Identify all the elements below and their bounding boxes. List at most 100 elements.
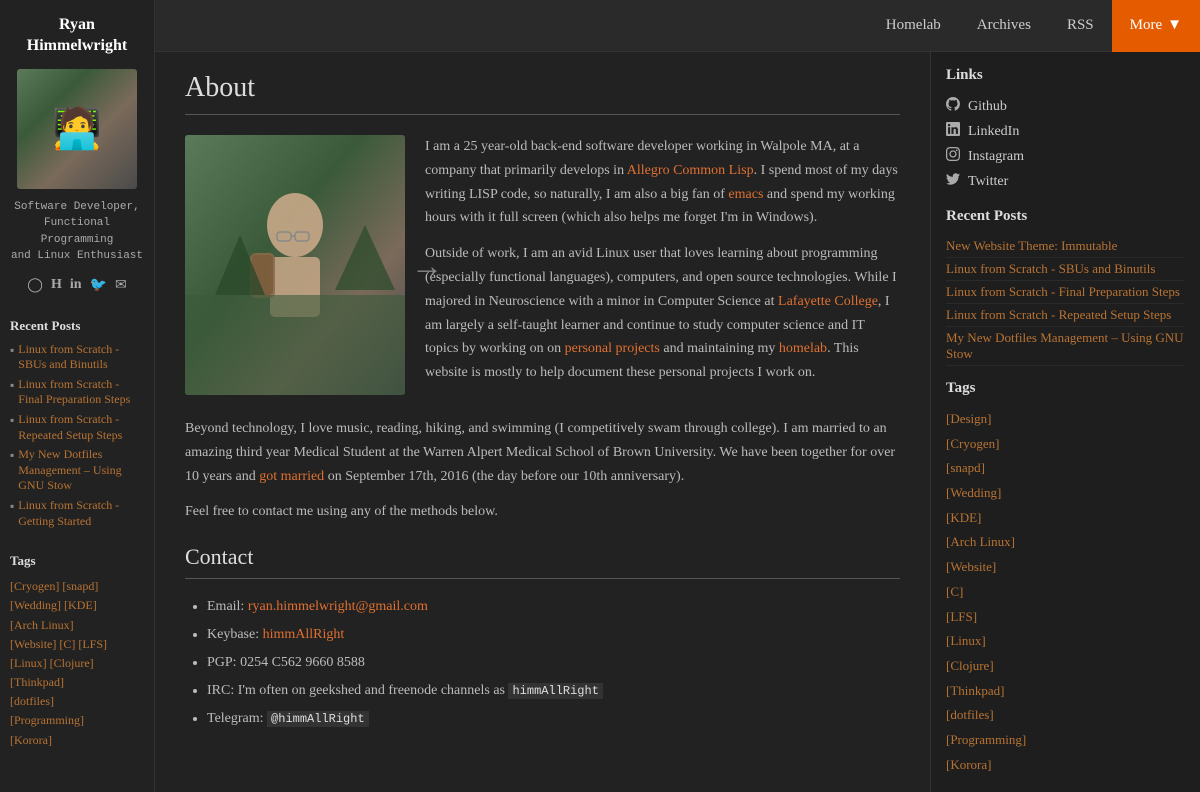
twitter-icon-link[interactable]: 🐦: [90, 277, 107, 294]
list-item: Instagram: [946, 144, 1185, 169]
avatar: 🧑‍💻: [17, 69, 137, 189]
tag-link[interactable]: [LFS]: [78, 637, 107, 651]
tag-link[interactable]: [KDE]: [946, 510, 981, 525]
post-link[interactable]: Linux from Scratch - Final Preparation S…: [18, 377, 144, 408]
github-link[interactable]: Github: [968, 99, 1007, 115]
tag-link[interactable]: [Arch Linux]: [10, 618, 74, 632]
twitter-icon: [946, 172, 960, 191]
email-link[interactable]: ryan.himmelwright@gmail.com: [248, 599, 428, 614]
emacs-link[interactable]: emacs: [728, 187, 763, 202]
tag-link[interactable]: [Cryogen]: [10, 579, 59, 593]
tag-link[interactable]: [dotfiles]: [946, 707, 994, 722]
tag-link[interactable]: [C]: [59, 637, 75, 651]
hacker-news-icon-link[interactable]: H: [51, 277, 62, 294]
post-link[interactable]: Linux from Scratch - Repeated Setup Step…: [946, 307, 1171, 322]
list-item: Keybase: himmAllRight: [207, 621, 900, 649]
tag-link[interactable]: [Design]: [946, 411, 992, 426]
tag-link[interactable]: [KDE]: [64, 598, 97, 612]
pgp-value: 0254 C562 9660 8588: [240, 655, 365, 670]
tag-link[interactable]: [dotfiles]: [10, 694, 54, 708]
rs-links-title: Links: [946, 67, 1185, 84]
list-item: Linux from Scratch - Repeated Setup Step…: [946, 304, 1185, 327]
homelab-link[interactable]: homelab: [779, 341, 827, 356]
tag-link[interactable]: [Cryogen]: [946, 436, 999, 451]
tag-link[interactable]: [Linux]: [10, 656, 47, 670]
got-married-link[interactable]: got married: [259, 469, 324, 484]
tag-link[interactable]: [Programming]: [946, 732, 1026, 747]
post-link[interactable]: Linux from Scratch - SBUs and Binutils: [18, 342, 144, 373]
about-photo: [185, 135, 405, 395]
nav-homelab[interactable]: Homelab: [868, 1, 959, 50]
rs-posts-list: New Website Theme: Immutable Linux from …: [946, 235, 1185, 366]
sidebar-tags-title: Tags: [10, 553, 144, 569]
tag-link[interactable]: [Website]: [10, 637, 56, 651]
keybase-link[interactable]: himmAllRight: [263, 627, 345, 642]
contact-title: Contact: [185, 544, 900, 579]
sidebar-tags: [Cryogen] [snapd] [Wedding] [KDE] [Arch …: [10, 577, 144, 750]
tag-link[interactable]: [C]: [946, 584, 963, 599]
tag-link[interactable]: [Clojure]: [946, 658, 994, 673]
instagram-link[interactable]: Instagram: [968, 149, 1024, 165]
article: About: [155, 52, 930, 792]
post-link[interactable]: Linux from Scratch - SBUs and Binutils: [946, 261, 1155, 276]
list-item: PGP: 0254 C562 9660 8588: [207, 649, 900, 677]
instagram-icon: [946, 147, 960, 166]
linkedin-link[interactable]: LinkedIn: [968, 124, 1019, 140]
github-icon: [946, 97, 960, 116]
irc-label: IRC: I'm often on geekshed and freenode …: [207, 683, 505, 698]
post-link[interactable]: Linux from Scratch - Repeated Setup Step…: [18, 412, 144, 443]
tag-link[interactable]: [Arch Linux]: [946, 534, 1015, 549]
about-paragraph-2: Outside of work, I am an avid Linux user…: [425, 242, 900, 385]
linkedin-icon: [946, 122, 960, 141]
content-row: About: [155, 52, 1200, 792]
allegro-link[interactable]: Allegro Common Lisp: [627, 163, 754, 178]
contact-intro: Feel free to contact me using any of the…: [185, 500, 900, 524]
tag-link[interactable]: [Thinkpad]: [10, 675, 64, 689]
tag-link[interactable]: [Programming]: [10, 713, 84, 727]
linkedin-icon-link[interactable]: in: [70, 277, 82, 294]
tag-link[interactable]: [Thinkpad]: [946, 683, 1004, 698]
links-list: Github LinkedIn Instagram: [946, 94, 1185, 194]
tag-link[interactable]: [Clojure]: [50, 656, 94, 670]
top-nav: Homelab Archives RSS More ▼: [155, 0, 1200, 52]
nav-archives[interactable]: Archives: [959, 1, 1049, 50]
rs-recent-posts-title: Recent Posts: [946, 208, 1185, 225]
twitter-link[interactable]: Twitter: [968, 174, 1008, 190]
tag-link[interactable]: [LFS]: [946, 609, 977, 624]
about-bottom-text: Beyond technology, I love music, reading…: [185, 417, 900, 524]
nav-rss[interactable]: RSS: [1049, 1, 1112, 50]
irc-nick: himmAllRight: [508, 683, 602, 699]
page-title: About: [185, 72, 900, 115]
email-icon-link[interactable]: ✉: [115, 277, 127, 294]
telegram-nick: @himmAllRight: [267, 711, 369, 727]
pgp-label: PGP:: [207, 655, 237, 670]
more-button[interactable]: More ▼: [1112, 0, 1200, 52]
list-item: My New Dotfiles Management – Using GNU S…: [946, 327, 1185, 366]
list-item: Linux from Scratch - Final Preparation S…: [946, 281, 1185, 304]
main-area: Homelab Archives RSS More ▼ About: [155, 0, 1200, 792]
tag-link[interactable]: [Wedding]: [946, 485, 1001, 500]
post-link[interactable]: My New Dotfiles Management – Using GNU S…: [18, 447, 144, 494]
tag-link[interactable]: [Korora]: [946, 757, 991, 772]
post-link[interactable]: My New Dotfiles Management – Using GNU S…: [946, 330, 1184, 361]
lafayette-link[interactable]: Lafayette College: [778, 294, 878, 309]
tag-link[interactable]: [snapd]: [946, 460, 985, 475]
tag-link[interactable]: [Wedding]: [10, 598, 61, 612]
tagline: Software Developer,Functional Programmin…: [10, 199, 144, 265]
social-icons: ◯ H in 🐦 ✉: [27, 277, 126, 294]
list-item: IRC: I'm often on geekshed and freenode …: [207, 677, 900, 705]
tag-link[interactable]: [Website]: [946, 559, 996, 574]
github-icon-link[interactable]: ◯: [27, 277, 43, 294]
tag-link[interactable]: [snapd]: [62, 579, 98, 593]
site-title: Ryan Himmelwright: [10, 15, 144, 57]
personal-projects-link[interactable]: personal projects: [565, 341, 660, 356]
post-link[interactable]: Linux from Scratch - Getting Started: [18, 498, 144, 529]
rs-tags-title: Tags: [946, 380, 1185, 397]
list-item: Telegram: @himmAllRight: [207, 705, 900, 733]
sidebar-posts-list: Linux from Scratch - SBUs and Binutils L…: [10, 342, 144, 534]
tag-link[interactable]: [Linux]: [946, 633, 986, 648]
tag-link[interactable]: [Korora]: [10, 733, 52, 747]
post-link[interactable]: Linux from Scratch - Final Preparation S…: [946, 284, 1180, 299]
post-link[interactable]: New Website Theme: Immutable: [946, 238, 1117, 253]
list-item: LinkedIn: [946, 119, 1185, 144]
